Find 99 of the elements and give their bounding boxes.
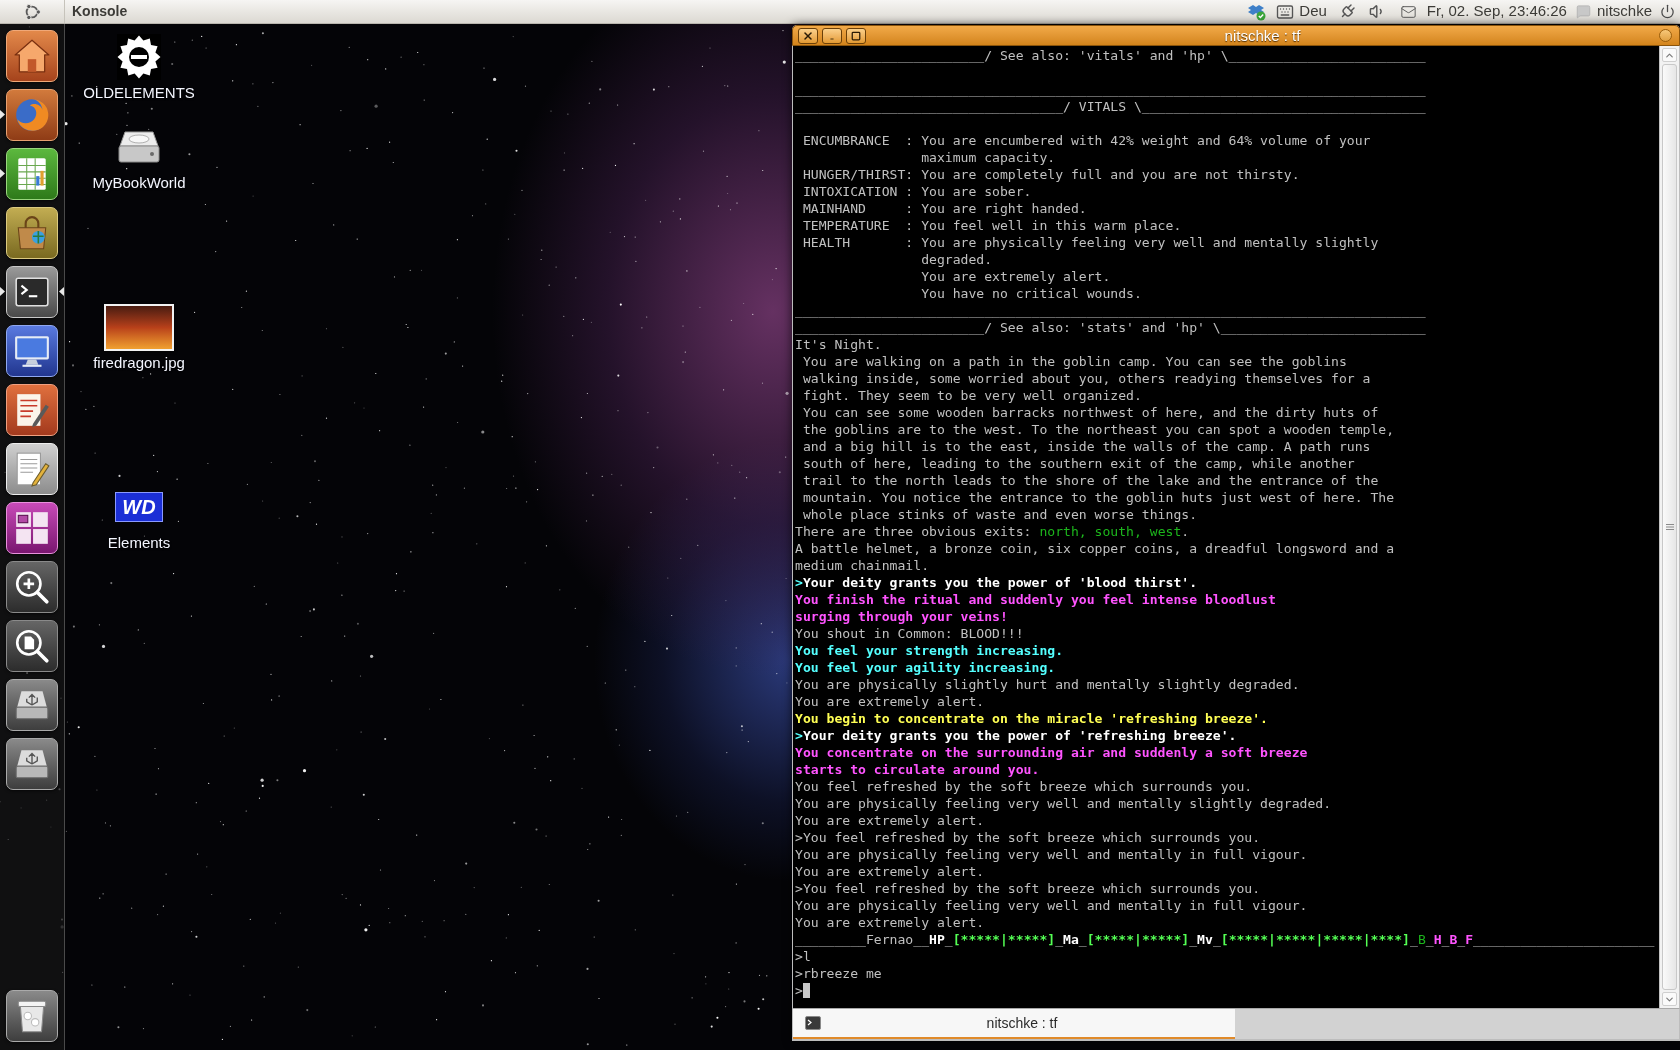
window-option-button[interactable] (1659, 29, 1672, 42)
terminal-line: You are physically feeling very well and mentally in full vigour. (795, 846, 1308, 863)
terminal-line: It's Night. (795, 336, 882, 353)
terminal-line: south of here, leading to the southern exit of the camp, while another (801, 455, 1355, 472)
terminal-tab[interactable]: nitschke : tf (793, 1009, 1235, 1039)
terminal-line: TEMPERATURE : You feel well in this warm place. (801, 217, 1182, 234)
desktop-icon-label[interactable]: firedragon.jpg (93, 354, 185, 371)
command-text: >l (795, 948, 811, 965)
launcher-item[interactable] (6, 679, 58, 731)
house-icon (13, 37, 51, 75)
terminal-line: ________________________________________________________________________________ (795, 81, 1426, 98)
close-button[interactable] (798, 27, 818, 44)
terminal-line: You are extremely alert. (795, 812, 985, 829)
terminal-line: __________________________________/ VITALS \____________________________________ (795, 98, 1426, 115)
terminal-line: HUNGER/THIRST: You are completely full and you are not thirsty. (801, 166, 1300, 183)
terminal-line: >Your deity grants you the power of 'refreshing breeze'. (795, 727, 1237, 744)
terminal-line: ________________________________________________________________________________ (795, 302, 1426, 319)
terminal-line: starts to circulate around you. (795, 761, 1040, 778)
terminal-line: You feel your strength increasing. (795, 642, 1064, 659)
magnifier-document-icon (13, 627, 51, 665)
command-text: >rbreeze me (795, 965, 882, 982)
terminal-line: You are extremely alert. (795, 914, 985, 931)
fox-globe-icon (13, 96, 51, 134)
terminal-line: You shout in Common: BLOOD!!! (795, 625, 1024, 642)
launcher-item[interactable] (6, 325, 58, 377)
box-check-icon[interactable] (1246, 2, 1267, 21)
terminal-line: A battle helmet, a bronze coin, six copper coins, a dreadful longsword and a (795, 540, 1395, 557)
terminal-icon (805, 1016, 821, 1030)
terminal-line: You are extremely alert. (795, 863, 985, 880)
spiky-emblem-icon[interactable] (117, 33, 161, 81)
terminal-line: ENCUMBRANCE : You are encumbered with 42% weight and 64% volume of your (801, 132, 1371, 149)
hard-drive-icon[interactable] (116, 130, 162, 164)
terminal-line: You are physically slightly hurt and mentally slightly degraded. (795, 676, 1300, 693)
launcher-item[interactable] (6, 620, 58, 672)
terminal-line: You are walking on a path in the goblin camp. You can see the goblins (801, 353, 1347, 370)
launcher-item[interactable] (6, 384, 58, 436)
terminal-line: You are physically feeling very well and mentally slightly degraded. (795, 795, 1332, 812)
command-text: > (795, 982, 803, 999)
terminal-line: maximum capacity. (920, 149, 1056, 166)
terminal-line: and a big hill is to the east, inside the walls of the camp. A path runs (801, 438, 1371, 455)
terminal-line: fight. They seem to be very well organized. (801, 387, 1142, 404)
terminal-line: trail to the north leads to the shore of the lake and the entrance of the (801, 472, 1379, 489)
terminal-line: degraded. (920, 251, 993, 268)
terminal-line: MAINHAND : You are right handed. (801, 200, 1087, 217)
clock[interactable]: Fr, 02. Sep, 23:46:26 (1426, 0, 1567, 23)
envelope-icon[interactable] (1398, 3, 1418, 20)
maximize-button[interactable] (846, 27, 866, 44)
window-title: nitschke : tf (1224, 26, 1301, 45)
terminal-line: You are physically feeling very well and mentally in full vigour. (795, 897, 1308, 914)
terminal-line: whole place stinks of waste and even worse things. (801, 506, 1198, 523)
launcher-item[interactable] (6, 738, 58, 790)
scrollbar-thumb[interactable] (1662, 64, 1677, 990)
terminal-line: You concentrate on the surrounding air and suddenly a soft breeze (795, 744, 1308, 761)
terminal-line: medium chainmail. (795, 557, 929, 574)
app-name: Konsole (72, 2, 128, 21)
desktop-icon-label[interactable]: Elements (107, 534, 171, 551)
grip-icon (1665, 524, 1674, 530)
brand-logo[interactable]: WD (115, 492, 163, 522)
close-icon (802, 29, 814, 42)
terminal-line: surging through your veins! (795, 608, 1008, 625)
zoom-in-icon (13, 568, 51, 606)
scroll-down-button[interactable] (1662, 992, 1677, 1006)
terminal-line: HEALTH : You are physically feeling very well and mentally slightly (801, 234, 1379, 251)
terminal-line: ________________________/ See also: 'stats' and 'hp' \__________________________ (795, 319, 1426, 336)
terminal-line: >You feel refreshed by the soft breeze which surrounds you. (795, 829, 1261, 846)
launcher-item[interactable] (6, 990, 58, 1042)
terminal-line: You can see some wooden barracks northwest of here, and the dirty huts of (801, 404, 1379, 421)
terminal-line: You finish the ritual and suddenly you feel intense bloodlust (795, 591, 1276, 608)
desktop-icon-label[interactable]: MyBookWorld (92, 174, 186, 191)
terminal-line: mountain. You notice the entrance to the goblin huts just west of here. The (801, 489, 1395, 506)
launcher-item[interactable] (6, 266, 58, 318)
keyboard-layout[interactable]: Deu (1299, 0, 1327, 23)
terminal-line: INTOXICATION : You are sober. (801, 183, 1032, 200)
photo-thumbnail[interactable] (104, 303, 174, 351)
workspaces-icon (13, 509, 51, 547)
user-name[interactable]: nitschke (1596, 0, 1652, 23)
minimize-icon (827, 36, 837, 41)
launcher-item[interactable] (6, 502, 58, 554)
terminal-line: ________________________/ See also: 'vitals' and 'hp' \_________________________ (795, 47, 1426, 64)
desktop-icon-label[interactable]: OLDELEMENTS (83, 84, 195, 101)
power-icon[interactable] (1660, 4, 1675, 19)
terminal-line: >You feel refreshed by the soft breeze which surrounds you. (795, 880, 1261, 897)
terminal-line: You are extremely alert. (920, 268, 1111, 285)
status-line: _________Fernao__HP_[*****|*****]_Ma_[*****|*****]_Mv_[*****|*****|*****|****]_B_H_B_F_______________________ (795, 931, 1655, 948)
minimize-button[interactable] (822, 27, 842, 44)
ring-logo-icon[interactable] (23, 2, 41, 21)
terminal-line: You feel your agility increasing. (795, 659, 1056, 676)
terminal-line: You begin to concentrate on the miracle 'refreshing breeze'. (795, 710, 1268, 727)
launcher-item[interactable] (6, 561, 58, 613)
terminal-line: the goblins are to the west. To the northeast you can spot a wooden temple, (801, 421, 1395, 438)
terminal-line: You feel refreshed by the soft breeze which surrounds you. (795, 778, 1253, 795)
terminal-line: You are extremely alert. (795, 693, 985, 710)
terminal-line: You have no critical wounds. (920, 285, 1142, 302)
scroll-up-button[interactable] (1662, 48, 1677, 62)
terminal-line: walking inside, some worried about you, others readying themselves for a (801, 370, 1371, 387)
terminal-line: >Your deity grants you the power of 'blood thirst'. (795, 574, 1198, 591)
terminal-line: There are three obvious exits: north, south, west. (795, 523, 1190, 540)
maximize-icon (851, 30, 861, 41)
scrollbar[interactable] (1659, 46, 1679, 1008)
